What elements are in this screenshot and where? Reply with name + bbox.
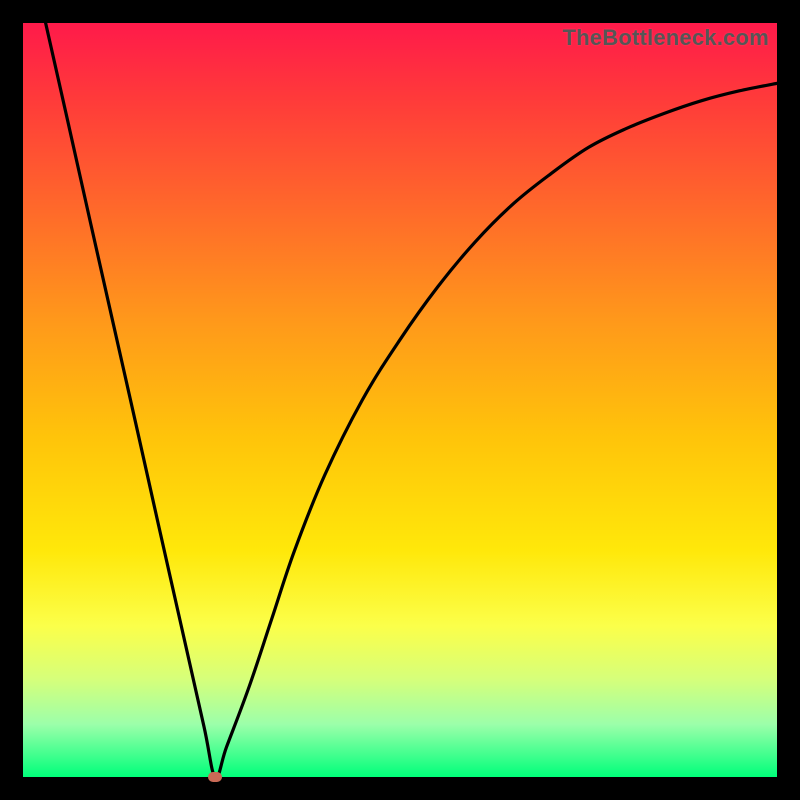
plot-area: TheBottleneck.com [23, 23, 777, 777]
bottleneck-curve [23, 23, 777, 777]
chart-frame: TheBottleneck.com [0, 0, 800, 800]
curve-minimum-marker [208, 772, 222, 782]
